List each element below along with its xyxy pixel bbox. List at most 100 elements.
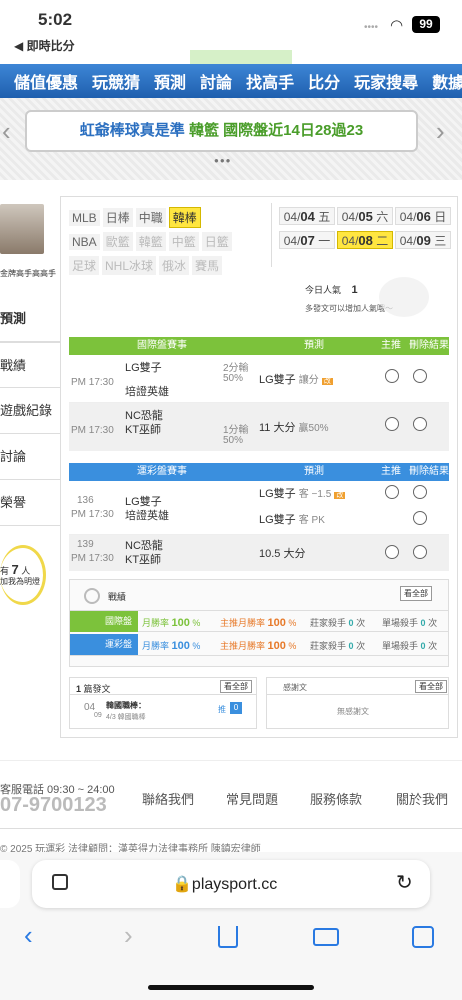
bookmarks-icon[interactable] xyxy=(313,928,339,946)
league-soccer[interactable]: 足球 xyxy=(69,256,100,275)
popularity-value: 1 xyxy=(351,284,358,296)
league-jp-bb[interactable]: 日籃 xyxy=(201,232,232,251)
banner-message[interactable]: 虹爺棒球真是準 韓籃 國際盤近14日28過23 xyxy=(25,110,418,152)
date-0409[interactable]: 04/09 三 xyxy=(395,231,451,249)
league-nba[interactable]: NBA xyxy=(69,234,100,250)
date-0407[interactable]: 04/07 一 xyxy=(279,231,335,249)
sidebar-item-record[interactable]: 戰績 xyxy=(0,342,60,388)
intl-col-del: 刪除 xyxy=(409,337,429,355)
sidebar-item-honor[interactable]: 榮譽 xyxy=(0,480,60,526)
league-npb[interactable]: 日棒 xyxy=(102,208,133,227)
league-row-1: MLB 日棒 中職 韓棒 xyxy=(69,207,204,228)
league-kbo[interactable]: 韓棒 xyxy=(168,207,201,228)
delete-radio[interactable] xyxy=(413,511,427,525)
pick-text: LG雙子 xyxy=(259,488,296,500)
delete-radio[interactable] xyxy=(413,369,427,383)
league-khl[interactable]: 俄冰 xyxy=(159,256,190,275)
lottery-col-pred: 預測 xyxy=(255,463,373,481)
league-kor-bb[interactable]: 韓籃 xyxy=(135,232,166,251)
date-0408[interactable]: 04/08 二 xyxy=(337,231,393,249)
prediction-panel: MLB 日棒 中職 韓棒 NBA 歐籃 韓籃 中籃 日籃 足球 NHL冰球 俄冰 賽馬 04/04 … xyxy=(60,196,458,738)
league-nhl[interactable]: NHL冰球 xyxy=(102,256,157,275)
game-time: PM 17:30 xyxy=(71,425,114,436)
edit-icon[interactable]: 改 xyxy=(334,492,346,499)
delete-radio[interactable] xyxy=(413,417,427,431)
main-pick-radio[interactable] xyxy=(385,417,399,431)
carousel-dots: ●●● xyxy=(214,156,232,165)
banner-text-highlight: 韓籃 xyxy=(188,122,219,139)
forward-icon[interactable]: › xyxy=(124,920,133,951)
stat-value: 0 xyxy=(348,641,354,651)
sidebar-item-discussion[interactable]: 討論 xyxy=(0,434,60,480)
lamp-number: 7 xyxy=(11,562,19,577)
divider xyxy=(267,694,448,695)
chevron-right-icon[interactable]: › xyxy=(436,116,445,147)
stat-value: 100 xyxy=(267,640,286,652)
reload-icon[interactable]: ↻ xyxy=(396,870,413,895)
league-horse[interactable]: 賽馬 xyxy=(192,256,223,275)
footer-link-about[interactable]: 關於我們 xyxy=(396,789,448,808)
date-day: 05 xyxy=(358,209,373,224)
delete-radio[interactable] xyxy=(413,545,427,559)
line-pct: 50% xyxy=(223,435,244,446)
nav-item[interactable]: 討論 xyxy=(200,69,232,93)
reader-icon[interactable] xyxy=(52,874,68,890)
date-day: 04 xyxy=(300,209,315,224)
date-text: 04/ xyxy=(399,234,417,248)
sidebar-item-predict[interactable]: 預測 xyxy=(0,296,60,342)
nav-item[interactable]: 玩競猜 xyxy=(92,69,140,93)
stat-unit: 次 xyxy=(356,641,366,651)
month-rate: 月勝率 100 % xyxy=(142,617,201,629)
url[interactable]: 🔒playsport.cc xyxy=(172,874,277,894)
footer-link-faq[interactable]: 常見問題 xyxy=(226,789,278,808)
delete-radio[interactable] xyxy=(413,485,427,499)
date-day: 08 xyxy=(358,233,373,248)
back-icon[interactable]: ‹ xyxy=(24,920,33,951)
footer-link-terms[interactable]: 服務條款 xyxy=(310,789,362,808)
nav-item[interactable]: 儲值優惠 xyxy=(14,69,78,93)
intl-row-2: PM 17:30 NC恐龍 KT巫師 1分輸 50% 11 大分 贏50% xyxy=(69,403,449,451)
avatar[interactable] xyxy=(0,204,44,254)
league-euro-bb[interactable]: 歐籃 xyxy=(102,232,133,251)
footer-link-contact[interactable]: 聯絡我們 xyxy=(142,789,194,808)
nav-item[interactable]: 玩家搜尋 xyxy=(354,69,418,93)
user-label: 金牌高手高高手 xyxy=(0,269,56,278)
share-icon[interactable] xyxy=(218,926,238,948)
tabs-icon[interactable] xyxy=(412,926,434,948)
stat-label: 月勝率 xyxy=(142,641,170,651)
league-cpbl[interactable]: 中職 xyxy=(135,208,166,227)
game-time: PM 17:30 xyxy=(71,509,114,520)
main-pick-radio[interactable] xyxy=(385,545,399,559)
sidebar-item-game-log[interactable]: 遊戲紀錄 xyxy=(0,388,60,434)
nav-item[interactable]: 預測 xyxy=(154,69,186,93)
prev-tab-preview[interactable] xyxy=(0,860,20,908)
posts-all-button[interactable]: 看全部 xyxy=(220,680,252,693)
signal-icon: •••• xyxy=(364,22,379,33)
thanks-all-button[interactable]: 看全部 xyxy=(415,680,447,693)
lamp-hint: 加我為明燈 xyxy=(0,577,40,586)
league-cn-bb[interactable]: 中籃 xyxy=(168,232,199,251)
phone-number[interactable]: 07-9700123 xyxy=(0,794,107,817)
stat-label: 主推月勝率 xyxy=(220,618,266,628)
league-mlb[interactable]: MLB xyxy=(69,210,100,226)
post-title[interactable]: 韓國職棒： xyxy=(106,700,146,711)
main-pick-radio[interactable] xyxy=(385,485,399,499)
date-0404[interactable]: 04/04 五 xyxy=(279,207,335,225)
date-0406[interactable]: 04/06 日 xyxy=(395,207,451,225)
pick: LG雙子 讓分 改 xyxy=(259,371,333,387)
date-0405[interactable]: 04/05 六 xyxy=(337,207,393,225)
wifi-icon: ◠ xyxy=(390,17,404,34)
back-to-app[interactable]: ◀ 即時比分 xyxy=(14,37,75,54)
nav-item[interactable]: 數據 xyxy=(432,69,462,93)
record-all-button[interactable]: 看全部 xyxy=(400,586,432,601)
edit-icon[interactable]: 改 xyxy=(321,378,333,385)
game-time: PM 17:30 xyxy=(71,553,114,564)
nav-item[interactable]: 找高手 xyxy=(246,69,294,93)
main-pick-radio[interactable] xyxy=(385,369,399,383)
chevron-left-icon[interactable]: ‹ xyxy=(2,116,11,147)
pick-note: 贏50% xyxy=(298,423,329,434)
pick-note: 讓分 xyxy=(298,375,319,386)
address-bar[interactable]: 🔒playsport.cc ↻ xyxy=(32,860,430,908)
divider xyxy=(0,828,462,829)
nav-item[interactable]: 比分 xyxy=(308,69,340,93)
